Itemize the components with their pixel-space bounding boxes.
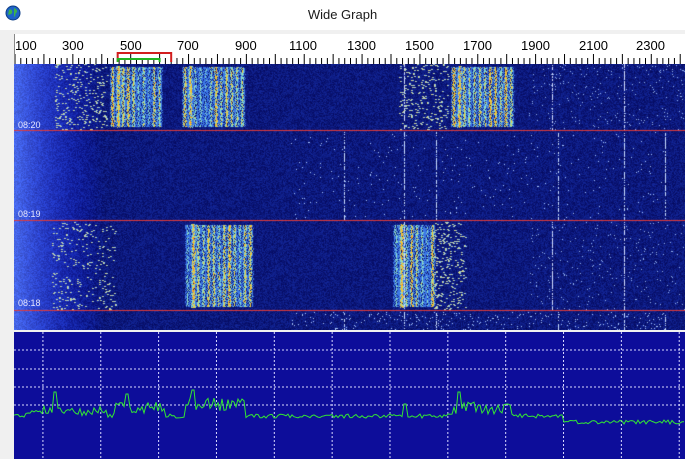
waterfall-canvas[interactable] (14, 64, 685, 330)
frequency-label: 900 (235, 38, 257, 53)
frequency-label: 300 (62, 38, 84, 53)
frequency-label: 1500 (405, 38, 434, 53)
frequency-scale[interactable]: 100 300 500 700 900 1100 1300 1500 1700 1900 2100 2… (14, 34, 685, 64)
spectrum-graph (13, 332, 685, 459)
frequency-label: 2100 (579, 38, 608, 53)
frequency-label: 1900 (521, 38, 550, 53)
frequency-label: 100 (15, 38, 37, 53)
frequency-label: 1300 (347, 38, 376, 53)
waterfall-display[interactable]: 08:20 08:19 08:18 (14, 64, 685, 330)
spectrum-trace (13, 389, 684, 426)
spectrum-display[interactable] (13, 332, 685, 459)
frequency-label: 500 (120, 38, 142, 53)
rx-frequency-marker (116, 52, 173, 62)
window-title: Wide Graph (307, 7, 378, 22)
frequency-label: 1700 (463, 38, 492, 53)
title-bar: Wide Graph (0, 0, 685, 30)
time-label: 08:19 (18, 209, 41, 219)
frequency-label: 2300 (636, 38, 665, 53)
frequency-label: 700 (177, 38, 199, 53)
frequency-label: 1100 (289, 38, 317, 53)
time-label: 08:20 (18, 120, 41, 130)
time-label: 08:18 (18, 298, 41, 308)
tx-frequency-marker (116, 58, 161, 62)
